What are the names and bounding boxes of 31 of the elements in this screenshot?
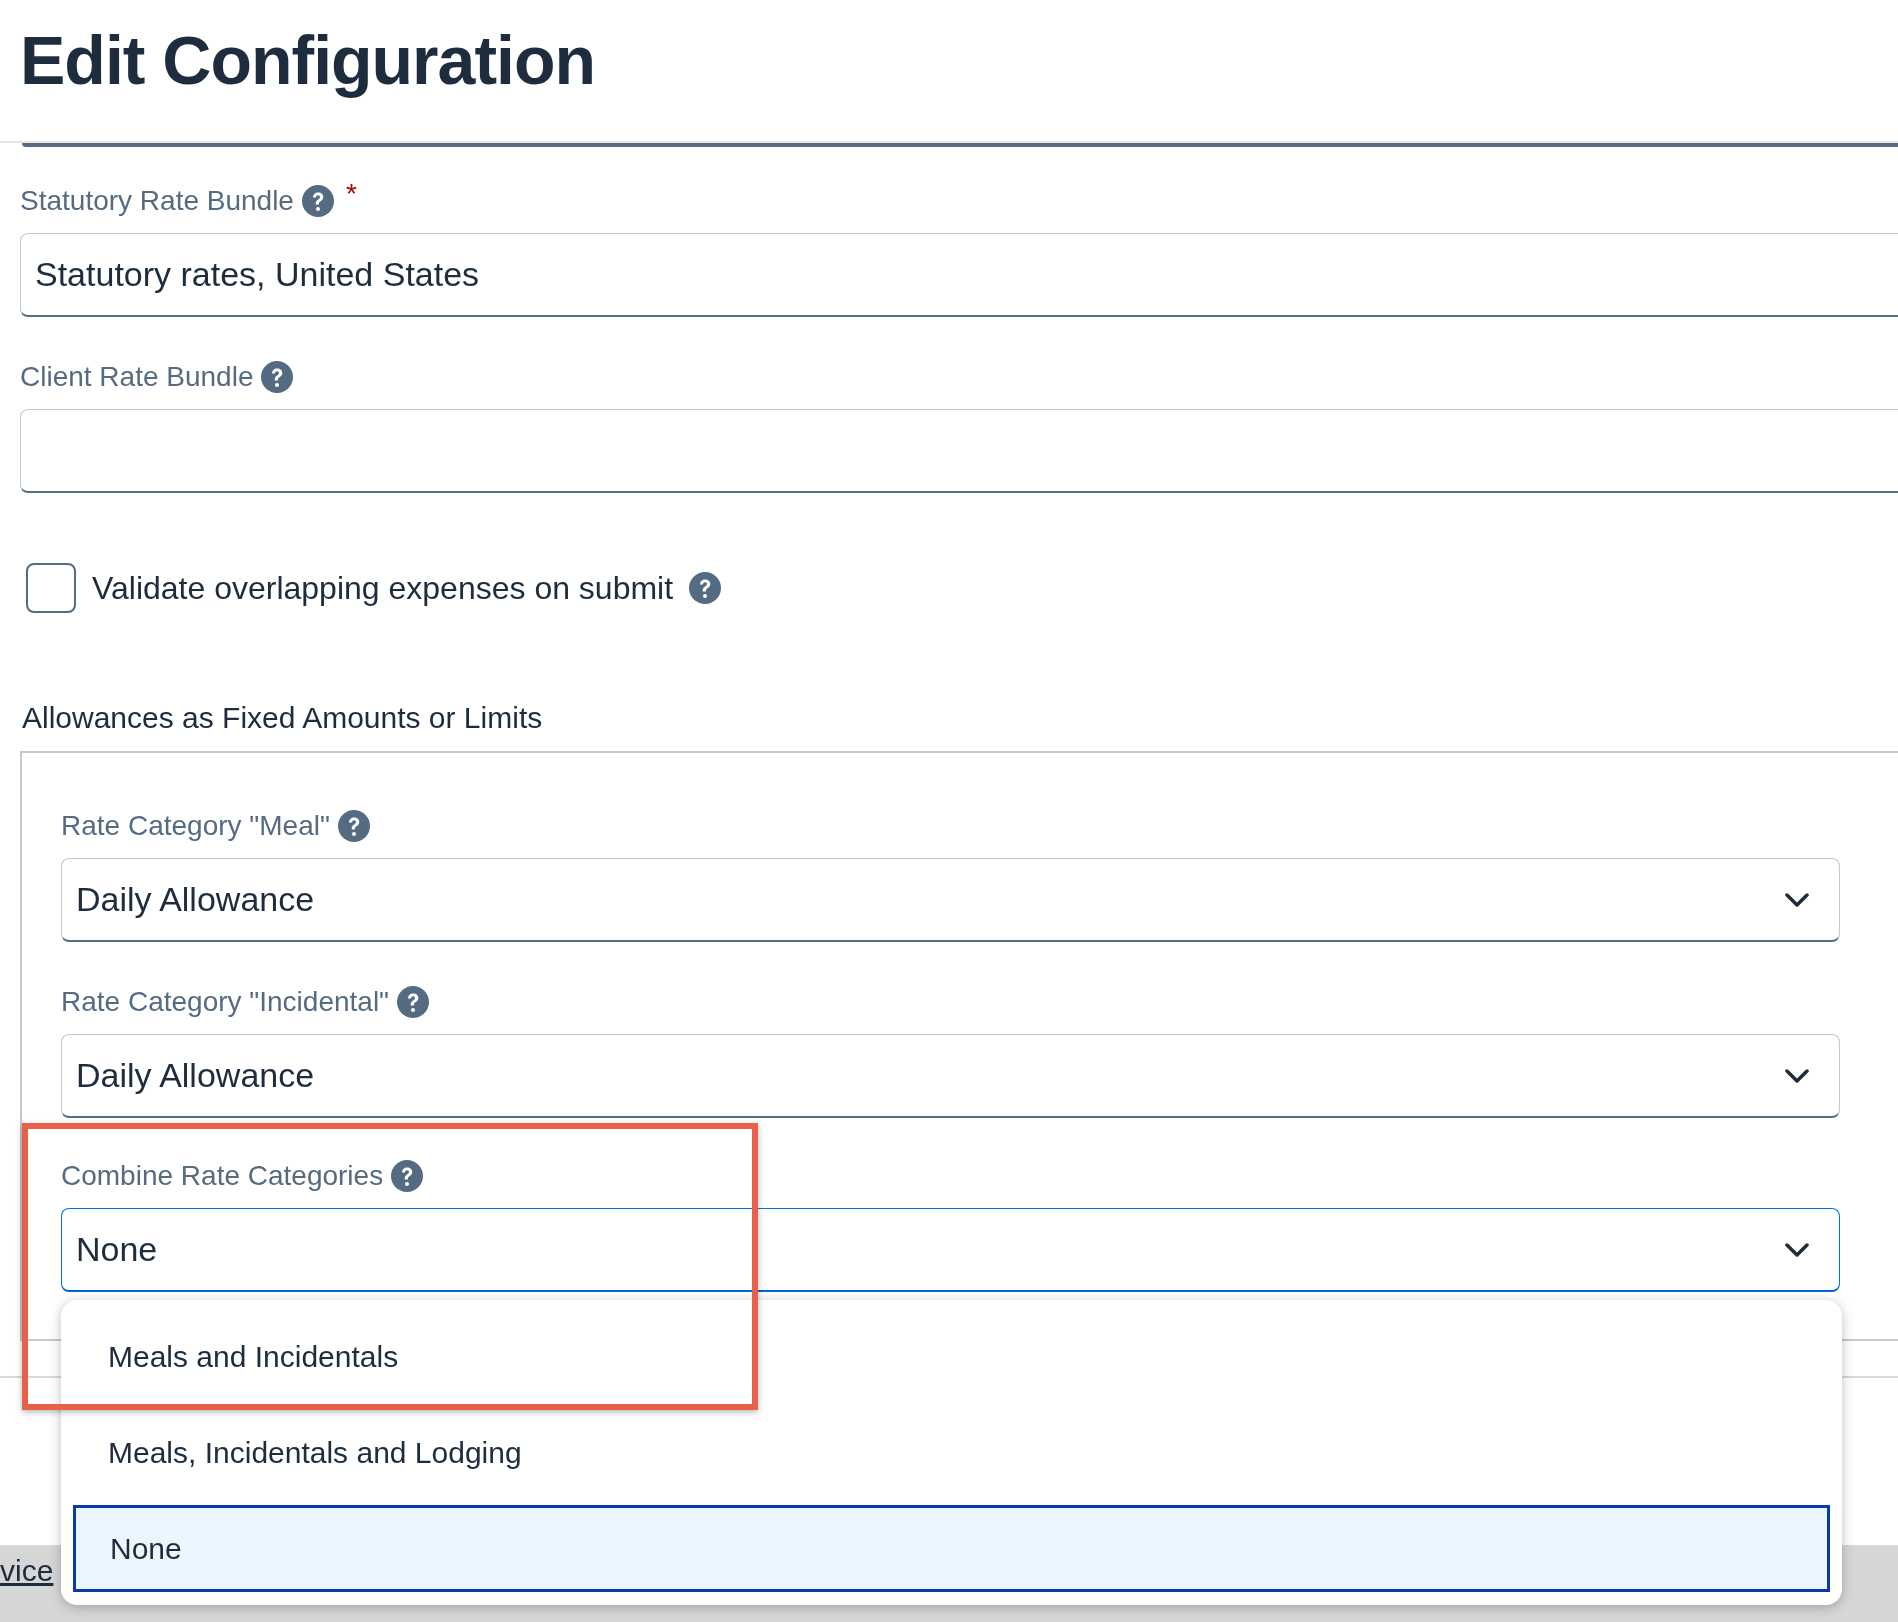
select-value: Daily Allowance <box>76 879 315 920</box>
field-label: Rate Category "Incidental" <box>61 985 390 1019</box>
dropdown-option[interactable]: None <box>73 1505 1830 1592</box>
field-label: Client Rate Bundle <box>20 360 254 394</box>
required-mark: * <box>345 184 357 204</box>
help-icon[interactable] <box>261 361 294 393</box>
checkbox[interactable] <box>26 563 76 613</box>
select-field[interactable]: Daily Allowance <box>61 1034 1840 1118</box>
dropdown-option[interactable]: Meals and Incidentals <box>61 1308 1842 1404</box>
field-label: Statutory Rate Bundle <box>20 184 294 218</box>
select-field[interactable]: None <box>61 1208 1840 1292</box>
field-label: Combine Rate Categories <box>61 1159 384 1193</box>
input-field[interactable] <box>20 409 1898 493</box>
checkbox-label: Validate overlapping expenses on submit <box>92 569 674 608</box>
select-field[interactable]: Daily Allowance <box>61 858 1840 942</box>
help-icon[interactable] <box>397 986 430 1018</box>
footer-link[interactable]: vice <box>0 1548 54 1593</box>
section-title: Allowances as Fixed Amounts or Limits <box>21 700 543 736</box>
page-title: Edit Configuration <box>20 22 595 98</box>
help-icon[interactable] <box>391 1160 424 1192</box>
select-value: Daily Allowance <box>76 1055 315 1096</box>
chevron-down-icon <box>1785 1241 1809 1258</box>
dropdown-option[interactable]: Meals, Incidentals and Lodging <box>61 1404 1842 1500</box>
input-field[interactable]: Statutory rates, United States <box>20 233 1898 317</box>
chevron-down-icon <box>1785 891 1809 908</box>
help-icon[interactable] <box>301 185 334 217</box>
chevron-down-icon <box>1785 1067 1809 1084</box>
field-label: Rate Category "Meal" <box>61 809 330 843</box>
help-icon[interactable] <box>337 810 370 842</box>
select-value: None <box>76 1229 158 1270</box>
help-icon[interactable] <box>689 572 722 604</box>
